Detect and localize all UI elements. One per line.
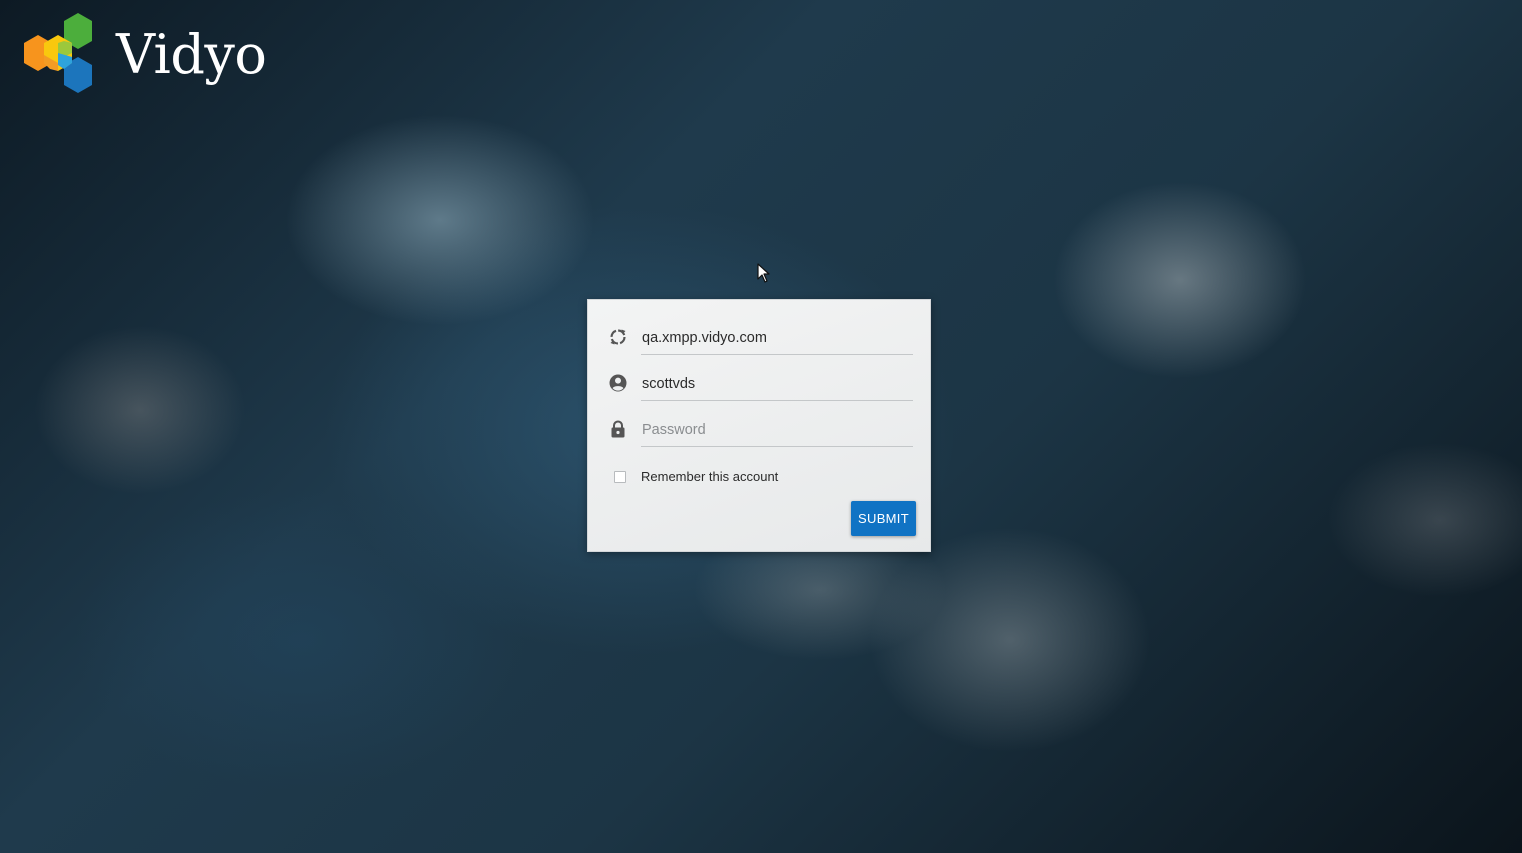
username-field-row — [608, 367, 914, 401]
mouse-pointer-icon — [757, 263, 770, 283]
brand-name: Vidyo — [116, 22, 267, 86]
username-input[interactable] — [641, 367, 913, 401]
vidyo-logo: Vidyo — [16, 13, 267, 99]
remember-account-checkbox[interactable] — [614, 470, 626, 483]
vidyo-hexagon-logo-icon — [24, 13, 92, 93]
user-circle-icon — [609, 374, 627, 392]
login-form: Remember this account SUBMIT — [587, 299, 931, 552]
password-input[interactable] — [641, 413, 913, 447]
remember-account-label: Remember this account — [641, 469, 779, 484]
remember-account-option[interactable]: Remember this account — [614, 469, 778, 484]
server-field-row — [608, 321, 914, 355]
sync-icon — [610, 329, 626, 345]
login-screen-background: Vidyo qa.xmpp.vidyo.com scottvds Remembe… — [0, 0, 1522, 853]
server-input[interactable] — [641, 321, 913, 355]
password-field-row — [608, 413, 914, 447]
lock-icon — [611, 420, 625, 438]
submit-button[interactable]: SUBMIT — [851, 501, 916, 536]
